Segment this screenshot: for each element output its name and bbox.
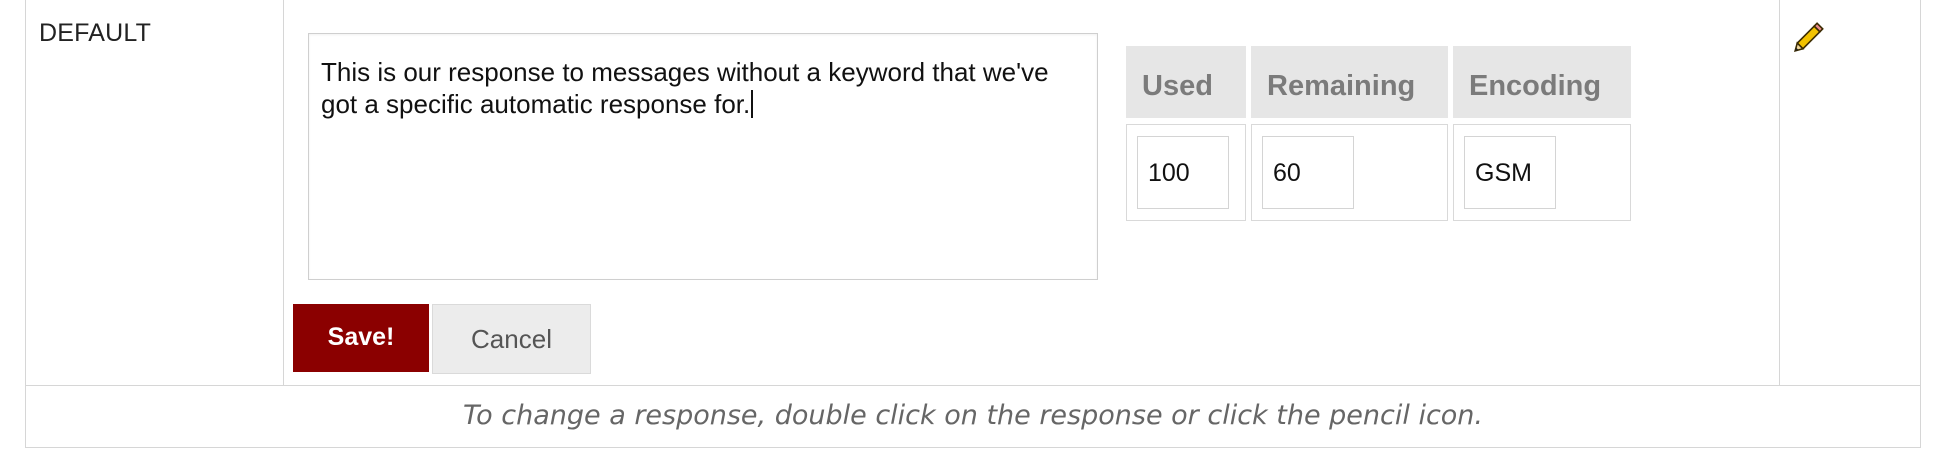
stats-header-remaining: Remaining xyxy=(1251,46,1448,118)
stats-cell-used: 100 xyxy=(1126,124,1246,221)
stats-cell-remaining: 60 xyxy=(1251,124,1448,221)
keyword-cell: DEFAULT xyxy=(26,0,284,385)
text-caret xyxy=(751,90,754,118)
stats-header-encoding: Encoding xyxy=(1453,46,1631,118)
keyword-label: DEFAULT xyxy=(39,19,152,47)
help-hint: To change a response, double click on th… xyxy=(462,400,1483,431)
response-textarea[interactable]: This is our response to messages without… xyxy=(308,33,1098,280)
response-text: This is our response to messages without… xyxy=(321,57,1049,119)
used-value: 100 xyxy=(1137,136,1229,209)
cancel-button[interactable]: Cancel xyxy=(432,304,591,374)
stats-header-used: Used xyxy=(1126,46,1246,118)
encoding-value: GSM xyxy=(1464,136,1556,209)
stats-cell-encoding: GSM xyxy=(1453,124,1631,221)
edit-cell xyxy=(1779,0,1920,385)
save-button[interactable]: Save! xyxy=(293,304,429,372)
pencil-icon[interactable] xyxy=(1793,19,1827,53)
response-table: DEFAULT This is our response to messages… xyxy=(25,0,1921,448)
remaining-value: 60 xyxy=(1262,136,1354,209)
response-row: DEFAULT This is our response to messages… xyxy=(26,0,1920,386)
